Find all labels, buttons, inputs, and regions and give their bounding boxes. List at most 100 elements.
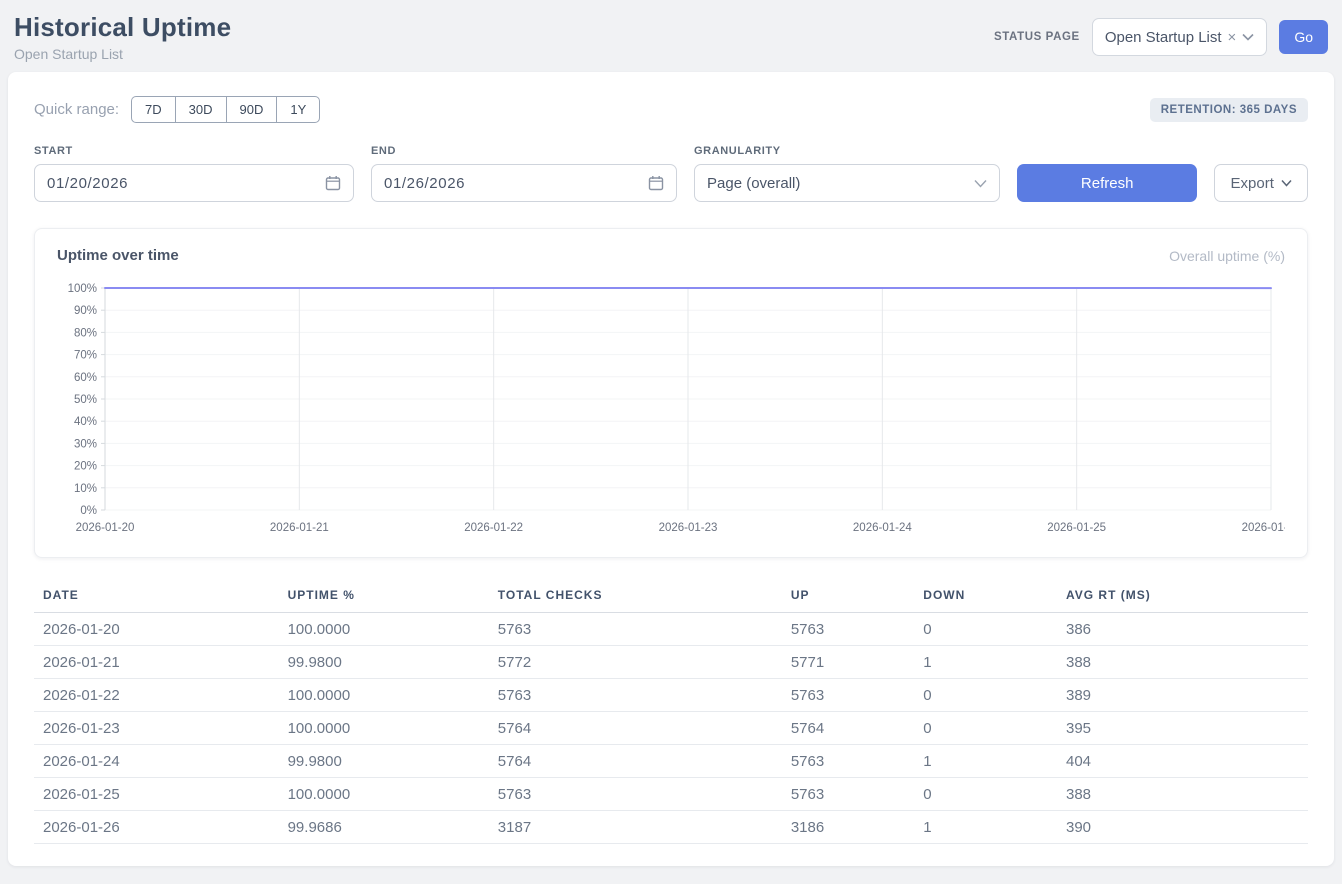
- chart-area: 0%10%20%30%40%50%60%70%80%90%100%2026-01…: [57, 278, 1285, 545]
- table-cell: 5763: [489, 613, 782, 646]
- svg-text:60%: 60%: [74, 372, 97, 384]
- table-cell: 5772: [489, 646, 782, 679]
- table-cell: 5763: [489, 679, 782, 712]
- status-page-select[interactable]: Open Startup List ×: [1092, 18, 1268, 56]
- clear-icon[interactable]: ×: [1228, 29, 1237, 46]
- status-page-label: STATUS PAGE: [994, 31, 1080, 43]
- title-block: Historical Uptime Open Startup List: [14, 12, 231, 62]
- table-cell: 389: [1057, 679, 1308, 712]
- end-date-field: END 01/26/2026: [371, 145, 677, 202]
- go-button[interactable]: Go: [1279, 20, 1328, 54]
- table-row: 2026-01-2699.9686318731861390: [34, 811, 1308, 844]
- calendar-icon[interactable]: [325, 175, 341, 191]
- table-cell: 390: [1057, 811, 1308, 844]
- chevron-down-icon: [974, 179, 987, 188]
- retention-badge: RETENTION: 365 DAYS: [1150, 98, 1308, 122]
- svg-text:30%: 30%: [74, 438, 97, 450]
- table-cell: 100.0000: [279, 778, 489, 811]
- table-cell: 99.9800: [279, 745, 489, 778]
- table-cell: 100.0000: [279, 679, 489, 712]
- svg-text:70%: 70%: [74, 350, 97, 362]
- export-label: Export: [1231, 175, 1274, 192]
- quick-range-label: Quick range:: [34, 101, 119, 118]
- page-subtitle: Open Startup List: [14, 46, 231, 62]
- table-cell: 1: [914, 745, 1057, 778]
- chevron-down-icon: [1281, 179, 1292, 187]
- chevron-down-icon: [1242, 33, 1254, 41]
- chart-title: Uptime over time: [57, 247, 179, 264]
- chart-legend: Overall uptime (%): [1169, 248, 1285, 264]
- start-date-input[interactable]: 01/20/2026: [34, 164, 354, 202]
- quick-range-group: Quick range: 7D 30D 90D 1Y: [34, 96, 320, 123]
- svg-text:10%: 10%: [74, 483, 97, 495]
- quick-range-7d[interactable]: 7D: [131, 96, 175, 123]
- uptime-chart-card: Uptime over time Overall uptime (%) 0% 10…: [34, 228, 1308, 558]
- main-card: Quick range: 7D 30D 90D 1Y RETENTION: 36…: [8, 72, 1334, 866]
- col-up: UP: [782, 582, 914, 613]
- col-total-checks: TOTAL CHECKS: [489, 582, 782, 613]
- table-cell: 5763: [782, 745, 914, 778]
- end-label: END: [371, 145, 677, 157]
- svg-text:2026-01-20: 2026-01-20: [76, 522, 135, 534]
- svg-text:2026-01-23: 2026-01-23: [659, 522, 718, 534]
- table-cell: 2026-01-22: [34, 679, 279, 712]
- table-cell: 100.0000: [279, 613, 489, 646]
- table-cell: 2026-01-25: [34, 778, 279, 811]
- col-uptime: UPTIME %: [279, 582, 489, 613]
- svg-text:2026-01-25: 2026-01-25: [1047, 522, 1106, 534]
- table-cell: 2026-01-26: [34, 811, 279, 844]
- start-label: START: [34, 145, 354, 157]
- table-row: 2026-01-23100.0000576457640395: [34, 712, 1308, 745]
- quick-range-90d[interactable]: 90D: [226, 96, 277, 123]
- uptime-table: DATE UPTIME % TOTAL CHECKS UP DOWN AVG R…: [34, 582, 1308, 844]
- svg-text:100%: 100%: [68, 283, 97, 295]
- table-cell: 5763: [489, 778, 782, 811]
- table-cell: 388: [1057, 646, 1308, 679]
- table-cell: 0: [914, 712, 1057, 745]
- table-cell: 5764: [489, 745, 782, 778]
- table-cell: 404: [1057, 745, 1308, 778]
- table-cell: 5771: [782, 646, 914, 679]
- calendar-icon[interactable]: [648, 175, 664, 191]
- col-avg-rt: AVG RT (MS): [1057, 582, 1308, 613]
- table-cell: 2026-01-20: [34, 613, 279, 646]
- svg-text:80%: 80%: [74, 327, 97, 339]
- table-cell: 5763: [782, 613, 914, 646]
- start-date-field: START 01/20/2026: [34, 145, 354, 202]
- table-cell: 99.9800: [279, 646, 489, 679]
- status-page-controls: STATUS PAGE Open Startup List × Go: [994, 18, 1328, 56]
- table-cell: 2026-01-21: [34, 646, 279, 679]
- svg-text:40%: 40%: [74, 416, 97, 428]
- end-date-input[interactable]: 01/26/2026: [371, 164, 677, 202]
- table-row: 2026-01-2199.9800577257711388: [34, 646, 1308, 679]
- table-cell: 5763: [782, 679, 914, 712]
- table-row: 2026-01-20100.0000576357630386: [34, 613, 1308, 646]
- svg-text:2026-01-26: 2026-01-26: [1242, 522, 1285, 534]
- quick-range-1y[interactable]: 1Y: [276, 96, 320, 123]
- chart-header: Uptime over time Overall uptime (%): [57, 247, 1285, 264]
- quick-range-30d[interactable]: 30D: [175, 96, 226, 123]
- filter-row: START 01/20/2026 END 01/26/2026: [34, 145, 1308, 202]
- status-page-selected-value: Open Startup List: [1105, 29, 1222, 46]
- svg-text:20%: 20%: [74, 461, 97, 473]
- page-title: Historical Uptime: [14, 12, 231, 43]
- export-button[interactable]: Export: [1214, 164, 1308, 202]
- page: Historical Uptime Open Startup List STAT…: [0, 0, 1342, 874]
- table-cell: 395: [1057, 712, 1308, 745]
- table-cell: 3187: [489, 811, 782, 844]
- table-cell: 2026-01-24: [34, 745, 279, 778]
- table-cell: 99.9686: [279, 811, 489, 844]
- svg-text:2026-01-22: 2026-01-22: [464, 522, 523, 534]
- quick-range-row: Quick range: 7D 30D 90D 1Y RETENTION: 36…: [34, 96, 1308, 123]
- end-date-value: 01/26/2026: [384, 175, 465, 192]
- svg-text:0%: 0%: [80, 505, 97, 517]
- table-row: 2026-01-2499.9800576457631404: [34, 745, 1308, 778]
- table-cell: 1: [914, 811, 1057, 844]
- svg-text:90%: 90%: [74, 305, 97, 317]
- table-cell: 3186: [782, 811, 914, 844]
- table-cell: 388: [1057, 778, 1308, 811]
- table-header-row: DATE UPTIME % TOTAL CHECKS UP DOWN AVG R…: [34, 582, 1308, 613]
- table-cell: 5764: [489, 712, 782, 745]
- refresh-button[interactable]: Refresh: [1017, 164, 1197, 202]
- granularity-select[interactable]: Page (overall): [694, 164, 1000, 202]
